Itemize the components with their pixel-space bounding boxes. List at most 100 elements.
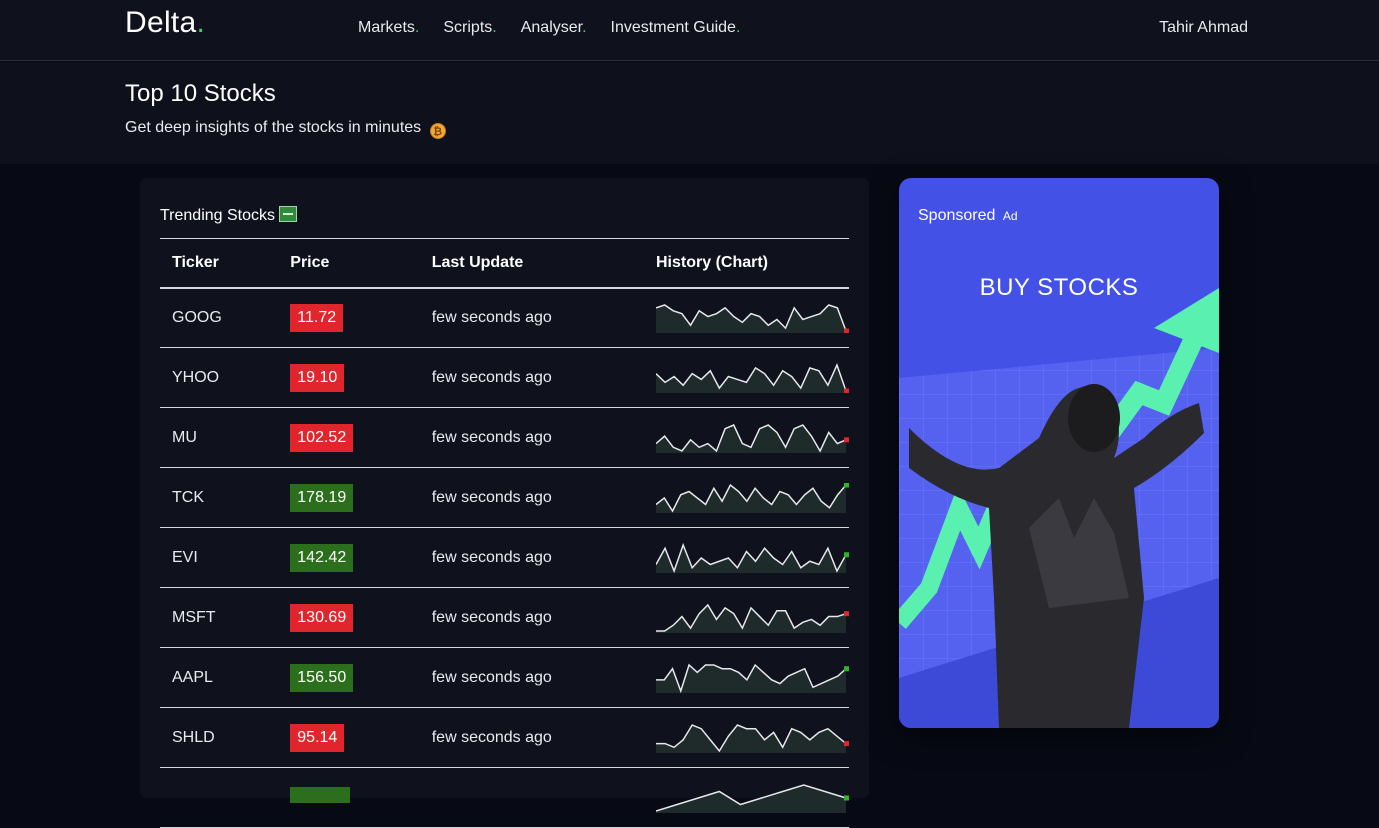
ticker-cell: MSFT [172, 608, 216, 626]
history-cell [644, 468, 849, 528]
table-header-row: Ticker Price Last Update History (Chart) [160, 238, 849, 288]
last-update-cell: few seconds ago [431, 608, 552, 626]
column-header-last-update[interactable]: Last Update [420, 239, 644, 288]
sparkline-chart [656, 603, 849, 633]
sparkline-last-point [844, 795, 849, 800]
nav-label: Scripts [443, 19, 493, 36]
nav-label: Markets [358, 19, 415, 36]
sparkline-chart [656, 723, 849, 753]
logo-dot: . [196, 6, 206, 39]
ticker-cell: GOOG [172, 308, 222, 326]
nav-analyser[interactable]: Analyser. [521, 19, 587, 37]
table-row[interactable]: AAPL 156.50 few seconds ago [160, 648, 849, 708]
price-cell: 95.14 [278, 708, 419, 768]
logo[interactable]: Delta. [125, 6, 205, 40]
history-cell [644, 648, 849, 708]
nav-dot: . [492, 19, 497, 36]
sparkline-last-point [844, 610, 849, 616]
sparkline-last-point [844, 388, 849, 393]
table-row[interactable]: GOOG 11.72 few seconds ago [160, 288, 849, 348]
sparkline-last-point [844, 328, 849, 333]
sparkline-last-point [844, 665, 849, 671]
ticker-cell: EVI [172, 548, 198, 566]
column-header-ticker[interactable]: Ticker [160, 239, 278, 288]
nav-label: Analyser [520, 19, 583, 36]
sparkline-chart [656, 783, 849, 813]
table-row[interactable]: MSFT 130.69 few seconds ago [160, 588, 849, 648]
ticker-cell: TCK [172, 488, 204, 506]
ticker-cell: YHOO [172, 368, 220, 386]
nav-markets[interactable]: Markets. [358, 19, 419, 37]
history-cell [644, 588, 849, 648]
sparkline-area [656, 304, 846, 333]
table-row[interactable] [160, 768, 849, 828]
table-row[interactable]: MU 102.52 few seconds ago [160, 408, 849, 468]
ticker-cell [160, 768, 278, 828]
last-update-cell: few seconds ago [431, 548, 552, 566]
nav-dot: . [735, 19, 741, 36]
subtitle-text: Get deep insights of the stocks in minut… [125, 119, 422, 136]
price-badge: 11.72 [290, 303, 344, 332]
price-cell: 142.42 [278, 528, 419, 588]
logo-text: Delta [125, 6, 197, 39]
price-badge: 19.10 [290, 363, 345, 392]
table-row[interactable]: EVI 142.42 few seconds ago [160, 528, 849, 588]
table-row[interactable]: YHOO 19.10 few seconds ago [160, 348, 849, 408]
price-badge: 102.52 [290, 423, 354, 452]
sparkline-chart [656, 482, 849, 513]
price-badge: 156.50 [290, 663, 354, 692]
ad-illustration [899, 288, 1219, 728]
ticker-cell: MU [172, 428, 197, 446]
sparkline-chart [656, 362, 849, 393]
sparkline-area [656, 484, 846, 513]
sponsored-ad[interactable]: Sponsored Ad BUY STOCKS [899, 178, 1219, 728]
price-badge: 95.14 [290, 723, 345, 752]
top-navbar: Delta. Markets. Scripts. Analyser. Inves… [0, 0, 1379, 61]
card-title-text: Trending Stocks [160, 207, 276, 224]
ad-headline: BUY STOCKS [979, 274, 1139, 301]
last-update-cell: few seconds ago [431, 488, 552, 506]
history-cell [644, 348, 849, 408]
price-cell: 11.72 [278, 288, 419, 348]
nav-label: Investment Guide [610, 19, 736, 36]
nav-dot: . [582, 19, 587, 36]
sparkline-chart [656, 542, 849, 573]
price-badge: 142.42 [290, 543, 354, 572]
sparkline-chart [656, 303, 849, 333]
sparkline-last-point [844, 551, 849, 557]
history-cell [644, 708, 849, 768]
sparkline-area [656, 364, 846, 393]
last-update-cell: few seconds ago [431, 428, 552, 446]
price-cell: 102.52 [278, 408, 419, 468]
price-badge: 178.19 [290, 483, 354, 512]
price-cell: 130.69 [278, 588, 419, 648]
price-cell: 178.19 [278, 468, 419, 528]
last-update-cell [420, 768, 644, 828]
history-cell [644, 528, 849, 588]
main-nav: Markets. Scripts. Analyser. Investment G… [358, 19, 764, 37]
sponsored-text: Sponsored [918, 207, 996, 224]
nav-scripts[interactable]: Scripts. [443, 19, 496, 37]
nav-dot: . [414, 19, 420, 36]
last-update-cell: few seconds ago [431, 308, 552, 326]
ad-tag: Ad [1002, 209, 1018, 223]
price-cell [278, 768, 419, 828]
history-cell [644, 288, 849, 348]
last-update-cell: few seconds ago [431, 668, 552, 686]
history-cell [644, 408, 849, 468]
sparkline-line [656, 423, 847, 453]
user-menu[interactable]: Tahir Ahmad [1159, 19, 1248, 37]
chart-board-icon [279, 206, 298, 222]
sparkline-chart [656, 663, 849, 693]
table-row[interactable]: TCK 178.19 few seconds ago [160, 468, 849, 528]
sparkline-chart [656, 423, 849, 453]
column-header-price[interactable]: Price [278, 239, 419, 288]
trending-stocks-title: Trending Stocks [160, 206, 298, 225]
page-header: Top 10 Stocks Get deep insights of the s… [0, 62, 1379, 164]
page-title: Top 10 Stocks [125, 80, 276, 107]
sponsored-label: Sponsored Ad [918, 207, 1018, 225]
table-row[interactable]: SHLD 95.14 few seconds ago [160, 708, 849, 768]
nav-investment-guide[interactable]: Investment Guide. [611, 19, 741, 37]
ticker-cell: AAPL [172, 668, 213, 686]
column-header-history[interactable]: History (Chart) [644, 239, 849, 288]
